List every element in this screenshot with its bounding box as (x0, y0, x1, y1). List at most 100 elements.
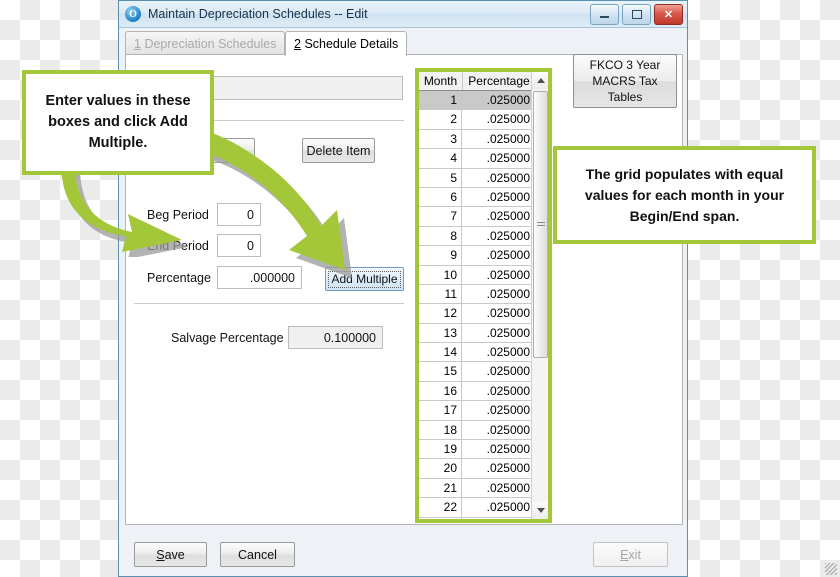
tab-depreciation-schedules[interactable]: 1 Depreciation Schedules (125, 31, 286, 55)
grid-row[interactable]: 10 .025000 (419, 265, 535, 285)
grid-cell-month: 8 (419, 226, 462, 246)
grid-row[interactable]: 1 .025000 (419, 91, 535, 111)
grid-row[interactable]: 4 .025000 (419, 149, 535, 169)
scroll-up-button[interactable] (532, 72, 548, 89)
grid-row[interactable]: 23.025000 (419, 517, 535, 519)
divider-bottom (134, 303, 404, 304)
grid-row[interactable]: 12 .025000 (419, 304, 535, 324)
grid-row[interactable]: 6 .025000 (419, 187, 535, 208)
tab-2-accelerator: 2 (294, 37, 301, 51)
window-controls: ✕ (590, 4, 683, 25)
grid-cell-percentage: .025000 (486, 151, 530, 166)
tab-2-label: Schedule Details (304, 37, 399, 51)
grid-cell-month: 14 (419, 343, 462, 362)
cancel-label: Cancel (238, 547, 277, 562)
grid-cell-month: 11 (419, 284, 462, 304)
grid-cell-percentage: .025000 (486, 170, 530, 185)
grid-cell-month: 13 (419, 323, 462, 343)
grid-row[interactable]: 8 .025000 (419, 226, 535, 247)
grid-cell-month: 6 (419, 187, 462, 207)
grid-row[interactable]: 14 .025000 (419, 343, 535, 363)
grid-cell-month: 22 (419, 498, 462, 517)
maximize-button[interactable] (622, 4, 651, 25)
grid-row[interactable]: 19 .025000 (419, 440, 535, 460)
salvage-percentage-label: Salvage Percentage (171, 331, 284, 345)
cancel-button[interactable]: Cancel (220, 542, 295, 567)
tab-1-accelerator: 1 (134, 36, 141, 51)
save-accelerator: S (156, 547, 165, 562)
grid-cell-percentage: .025000 (462, 518, 535, 519)
grid-row[interactable]: 21 .025000 (419, 478, 535, 499)
grid-cell-percentage: .025000 (486, 248, 530, 263)
grid-cell-month: 19 (419, 440, 462, 459)
grid-cell-percentage: .025000 (486, 325, 530, 340)
close-icon: ✕ (663, 9, 674, 21)
grid-row[interactable]: 7 .025000 (419, 207, 535, 227)
grid-row[interactable]: 13 .025000 (419, 323, 535, 344)
grid-row[interactable]: 15 .025000 (419, 362, 535, 382)
tab-schedule-details[interactable]: 2 Schedule Details (285, 31, 408, 56)
grid-cell-month: 18 (419, 420, 462, 440)
grid-cell-percentage: .025000 (486, 267, 530, 282)
grid-cell-month: 12 (419, 304, 462, 323)
grid-cell-month: 15 (419, 362, 462, 381)
grid-header-month: Month (419, 72, 463, 90)
grid-cell-month: 9 (419, 246, 462, 265)
grid-cell-month: 4 (419, 149, 462, 168)
grid-row[interactable]: 16 .025000 (419, 381, 535, 402)
scroll-down-button[interactable] (532, 502, 548, 519)
grid-cell-percentage: .025000 (486, 189, 530, 204)
grid-cell-month: 5 (419, 168, 462, 187)
grid-cell-percentage: .025000 (486, 93, 530, 107)
grid-cell-month: 1 (419, 91, 462, 110)
grid-cell-month: 17 (419, 401, 462, 420)
chevron-down-icon (536, 508, 545, 513)
grid-cell-percentage: .025000 (486, 345, 530, 360)
grid-cell-percentage: .025000 (486, 383, 530, 398)
grid-cell-month: 3 (419, 129, 462, 149)
grid-cell-month: 20 (419, 459, 462, 478)
scrollbar-thumb[interactable] (533, 91, 548, 358)
grid-cell-percentage: .025000 (486, 461, 530, 476)
grid-row[interactable]: 17 .025000 (419, 401, 535, 421)
grid-vertical-scrollbar[interactable] (531, 72, 548, 519)
save-button[interactable]: Save (134, 542, 207, 567)
grid-row[interactable]: 22.025000 (419, 498, 535, 518)
grid-cell-month: 10 (419, 265, 462, 284)
grid-row[interactable]: 9 .025000 (419, 246, 535, 266)
app-icon: O (125, 6, 141, 22)
grid-row[interactable]: 3 .025000 (419, 129, 535, 150)
minimize-button[interactable] (590, 4, 619, 25)
grid-cell-percentage: .025000 (486, 209, 530, 224)
grid-cell-month: 2 (419, 110, 462, 129)
grid-cell-percentage: .025000 (486, 480, 530, 495)
maximize-icon (631, 10, 642, 19)
schedule-grid-highlight: Month Percentage 1 .025000 2 .025000 3 .02500… (415, 68, 552, 523)
tab-strip: 1 Depreciation Schedules 2 Schedule Deta… (125, 31, 683, 56)
grid-row[interactable]: 18 .025000 (419, 420, 535, 441)
fkco-macrs-tax-tables-button[interactable]: FKCO 3 Year MACRS Tax Tables (573, 54, 677, 108)
save-label-rest: ave (164, 547, 185, 562)
grid-cell-percentage: .025000 (486, 306, 530, 321)
grid-row[interactable]: 2 .025000 (419, 110, 535, 130)
schedule-grid: Month Percentage 1 .025000 2 .025000 3 .02500… (419, 72, 548, 519)
grid-cell-percentage: .025000 (486, 442, 530, 457)
grid-row[interactable]: 20 .025000 (419, 459, 535, 479)
grid-row[interactable]: 11 .025000 (419, 284, 535, 305)
grid-cell-percentage: .025000 (486, 286, 530, 301)
salvage-percentage-value: 0.100000 (288, 326, 383, 349)
grid-cell-percentage: .025000 (486, 228, 530, 243)
grid-cell-month: 7 (419, 207, 462, 226)
resize-grip-icon[interactable] (825, 563, 837, 575)
close-button[interactable]: ✕ (654, 4, 683, 25)
grid-cell-month: 23 (419, 517, 462, 519)
chevron-up-icon (536, 78, 545, 83)
grid-body: 1 .025000 2 .025000 3 .025000 4 .025000 5 .025000… (419, 91, 535, 519)
window-title-bar: O Maintain Depreciation Schedules -- Edi… (119, 1, 687, 28)
grid-cell-month: 21 (419, 478, 462, 498)
grid-row[interactable]: 5 .025000 (419, 168, 535, 188)
grid-header-percentage: Percentage (463, 72, 536, 90)
exit-button[interactable]: Exit (593, 542, 668, 567)
scrollbar-grip-icon (536, 221, 545, 228)
fkco-line-2: MACRS Tax (592, 74, 658, 88)
